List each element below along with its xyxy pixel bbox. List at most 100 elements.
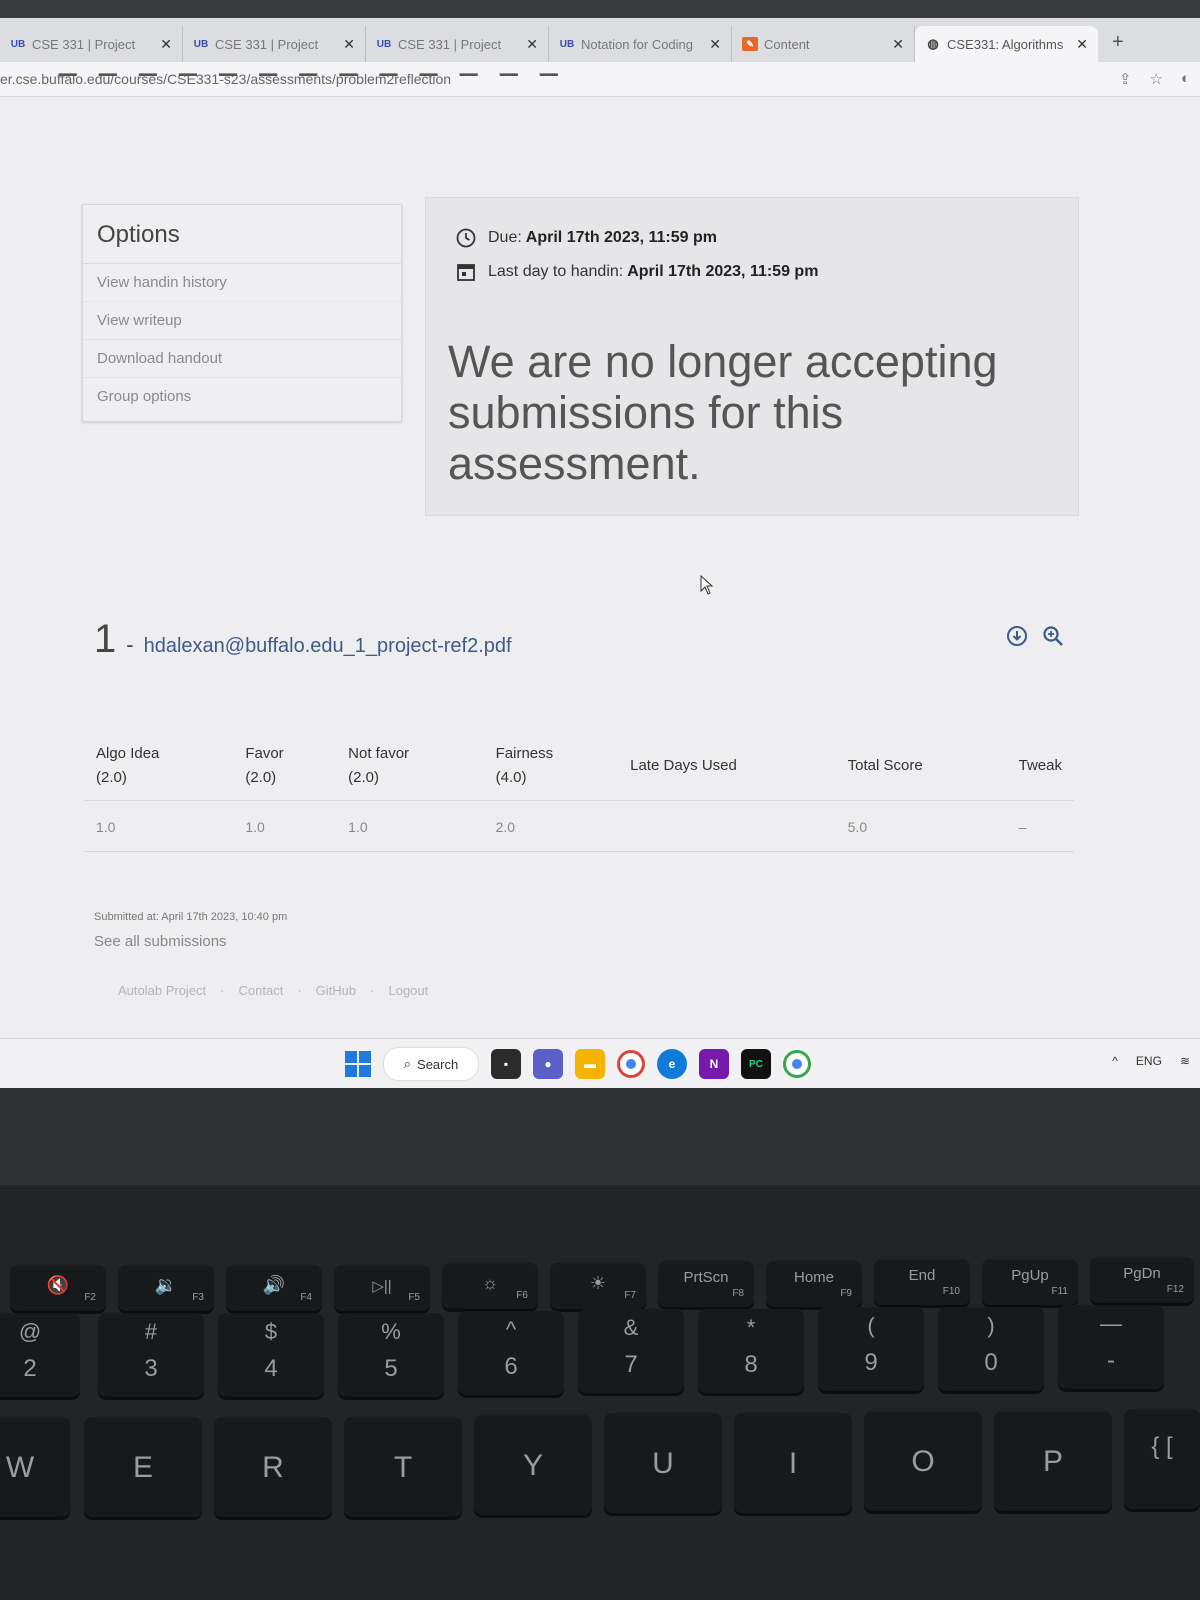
clock-icon — [456, 228, 476, 248]
share-icon[interactable]: ⇪ — [1119, 70, 1132, 88]
close-tab-icon[interactable]: ✕ — [892, 36, 904, 53]
tab-title: CSE 331 | Project — [215, 36, 319, 52]
pycharm-icon[interactable]: PC — [741, 1049, 771, 1079]
footer-autolab-link[interactable]: Autolab Project — [118, 983, 206, 998]
due-label: Due: — [488, 229, 522, 246]
key-6: ^ 6 — [458, 1311, 564, 1395]
key-0: ) 0 — [938, 1307, 1044, 1391]
key-minus: — - — [1058, 1305, 1164, 1389]
laptop-screen: UB CSE 331 | Project ✕ UB CSE 331 | Proj… — [0, 18, 1200, 1088]
globe-icon: ◍ — [927, 36, 939, 51]
browser-tab[interactable]: UB CSE 331 | Project ✕ — [183, 26, 366, 62]
column-header: Favor (2.0) — [233, 732, 337, 801]
new-tab-button[interactable]: + — [1112, 31, 1124, 54]
download-handout-link[interactable]: Download handout — [83, 340, 401, 378]
key-f12: PgDn F12 — [1090, 1257, 1194, 1303]
submission-file-link[interactable]: hdalexan@buffalo.edu_1_project-ref2.pdf — [144, 635, 512, 658]
profile-icon[interactable]: ◐ — [1181, 70, 1190, 88]
page-content: ‾ ‾ ‾ ‾ ‾ ‾ ‾ ‾ ‾ ‾ ‾ ‾ ‾ Options View h… — [0, 68, 1200, 1037]
browser-tab[interactable]: ✎ Content ✕ — [732, 26, 915, 62]
close-tab-icon[interactable]: ✕ — [1076, 36, 1088, 53]
key-5: % 5 — [338, 1313, 444, 1397]
column-header: Algo Idea (2.0) — [84, 732, 234, 801]
footer-github-link[interactable]: GitHub — [316, 983, 356, 998]
tab-title: CSE 331 | Project — [398, 36, 502, 52]
file-explorer-icon[interactable]: ▪ — [491, 1049, 521, 1079]
scores-row: 1.0 1.0 1.0 2.0 5.0 – — [84, 800, 1074, 852]
windows-start-icon[interactable] — [345, 1051, 371, 1077]
laptop-bezel — [0, 0, 1200, 18]
tab-title: CSE 331 | Project — [32, 36, 136, 52]
submission-header: 1 - hdalexan@buffalo.edu_1_project-ref2.… — [94, 617, 512, 662]
chrome-profile-icon[interactable] — [783, 1050, 811, 1078]
note-icon: ✎ — [742, 37, 758, 51]
edge-icon[interactable]: e — [657, 1049, 687, 1079]
view-handin-history-link[interactable]: View handin history — [83, 264, 401, 302]
column-header: Fairness (4.0) — [483, 732, 619, 801]
wifi-icon[interactable]: ≋ — [1180, 1054, 1190, 1068]
browser-tab-bar: UB CSE 331 | Project ✕ UB CSE 331 | Proj… — [0, 18, 1200, 62]
laptop-keyboard: 🔇 F2 🔉 F3 🔊 F4 ▷|| F5 ☼ F6 ☀ F7 PrtScn F8 Home F… — [0, 1185, 1200, 1600]
key-o: O — [864, 1411, 982, 1511]
close-tab-icon[interactable]: ✕ — [526, 36, 538, 53]
due-line: Due: April 17th 2023, 11:59 pm — [456, 228, 717, 248]
folder-icon[interactable]: ▬ — [575, 1049, 605, 1079]
browser-tab[interactable]: UB CSE 331 | Project ✕ — [366, 26, 549, 62]
search-icon: ⌕ — [403, 1056, 412, 1071]
key-8: * 8 — [698, 1309, 804, 1393]
browser-tab-active[interactable]: ◍ CSE331: Algorithms ✕ — [915, 26, 1098, 62]
column-header: Not favor (2.0) — [336, 732, 484, 801]
key-2: @2 — [0, 1313, 80, 1397]
key-f11: PgUp F11 — [982, 1259, 1078, 1305]
onenote-icon[interactable]: N — [699, 1049, 729, 1079]
key-u: U — [604, 1413, 722, 1513]
last-day-line: Last day to handin: April 17th 2023, 11:… — [456, 262, 818, 282]
language-indicator[interactable]: ENG — [1136, 1054, 1162, 1068]
key-t: T — [344, 1417, 462, 1517]
footer-logout-link[interactable]: Logout — [388, 983, 428, 998]
key-e: E — [84, 1417, 202, 1517]
key-p: P — [994, 1411, 1112, 1511]
submission-actions — [1006, 625, 1064, 647]
score-cell: 2.0 — [483, 800, 619, 852]
ub-icon: UB — [193, 38, 209, 50]
column-header: Late Days Used — [618, 732, 836, 801]
key-9: (9 — [818, 1307, 924, 1391]
footer-contact-link[interactable]: Contact — [239, 983, 284, 998]
key-7: & 7 — [578, 1309, 684, 1393]
bookmark-star-icon[interactable]: ☆ — [1149, 70, 1162, 88]
chevron-up-icon[interactable]: ^ — [1112, 1054, 1118, 1068]
chrome-icon[interactable] — [617, 1050, 645, 1078]
download-icon[interactable] — [1006, 625, 1028, 647]
close-tab-icon[interactable]: ✕ — [709, 36, 721, 53]
key-f3: 🔉 F3 — [118, 1265, 214, 1311]
see-all-submissions-link[interactable]: See all submissions — [94, 933, 227, 950]
key-f10: End F10 — [874, 1259, 970, 1305]
submission-number: 1 — [94, 617, 117, 661]
key-f4: 🔊 F4 — [226, 1265, 322, 1311]
total-score-cell: 5.0 — [835, 800, 1007, 852]
view-writeup-link[interactable]: View writeup — [83, 302, 401, 340]
key-4: $4 — [218, 1313, 324, 1397]
options-panel: Options View handin history View writeup… — [82, 204, 402, 422]
close-tab-icon[interactable]: ✕ — [343, 36, 355, 53]
mouse-cursor-icon — [700, 575, 714, 595]
score-cell — [618, 800, 836, 852]
taskbar-search[interactable]: ⌕ Search — [383, 1047, 479, 1081]
tab-title: CSE331: Algorithms — [947, 36, 1064, 52]
options-title: Options — [83, 205, 401, 264]
browser-tab[interactable]: UB Notation for Coding ✕ — [549, 26, 732, 62]
close-tab-icon[interactable]: ✕ — [160, 36, 172, 53]
teams-icon[interactable]: ● — [533, 1049, 563, 1079]
score-cell: 1.0 — [233, 800, 337, 852]
tweak-cell: – — [1006, 800, 1074, 852]
column-header: Tweak — [1006, 732, 1074, 801]
due-date-panel: Due: April 17th 2023, 11:59 pm Last day … — [425, 197, 1079, 516]
ub-icon: UB — [376, 38, 392, 50]
closed-submissions-message: We are no longer accepting submissions f… — [448, 336, 998, 489]
ub-icon: UB — [10, 38, 26, 50]
browser-tab[interactable]: UB CSE 331 | Project ✕ — [0, 26, 183, 62]
tab-title: Content — [764, 36, 810, 52]
magnify-view-icon[interactable] — [1042, 625, 1064, 647]
group-options-link[interactable]: Group options — [83, 378, 401, 415]
